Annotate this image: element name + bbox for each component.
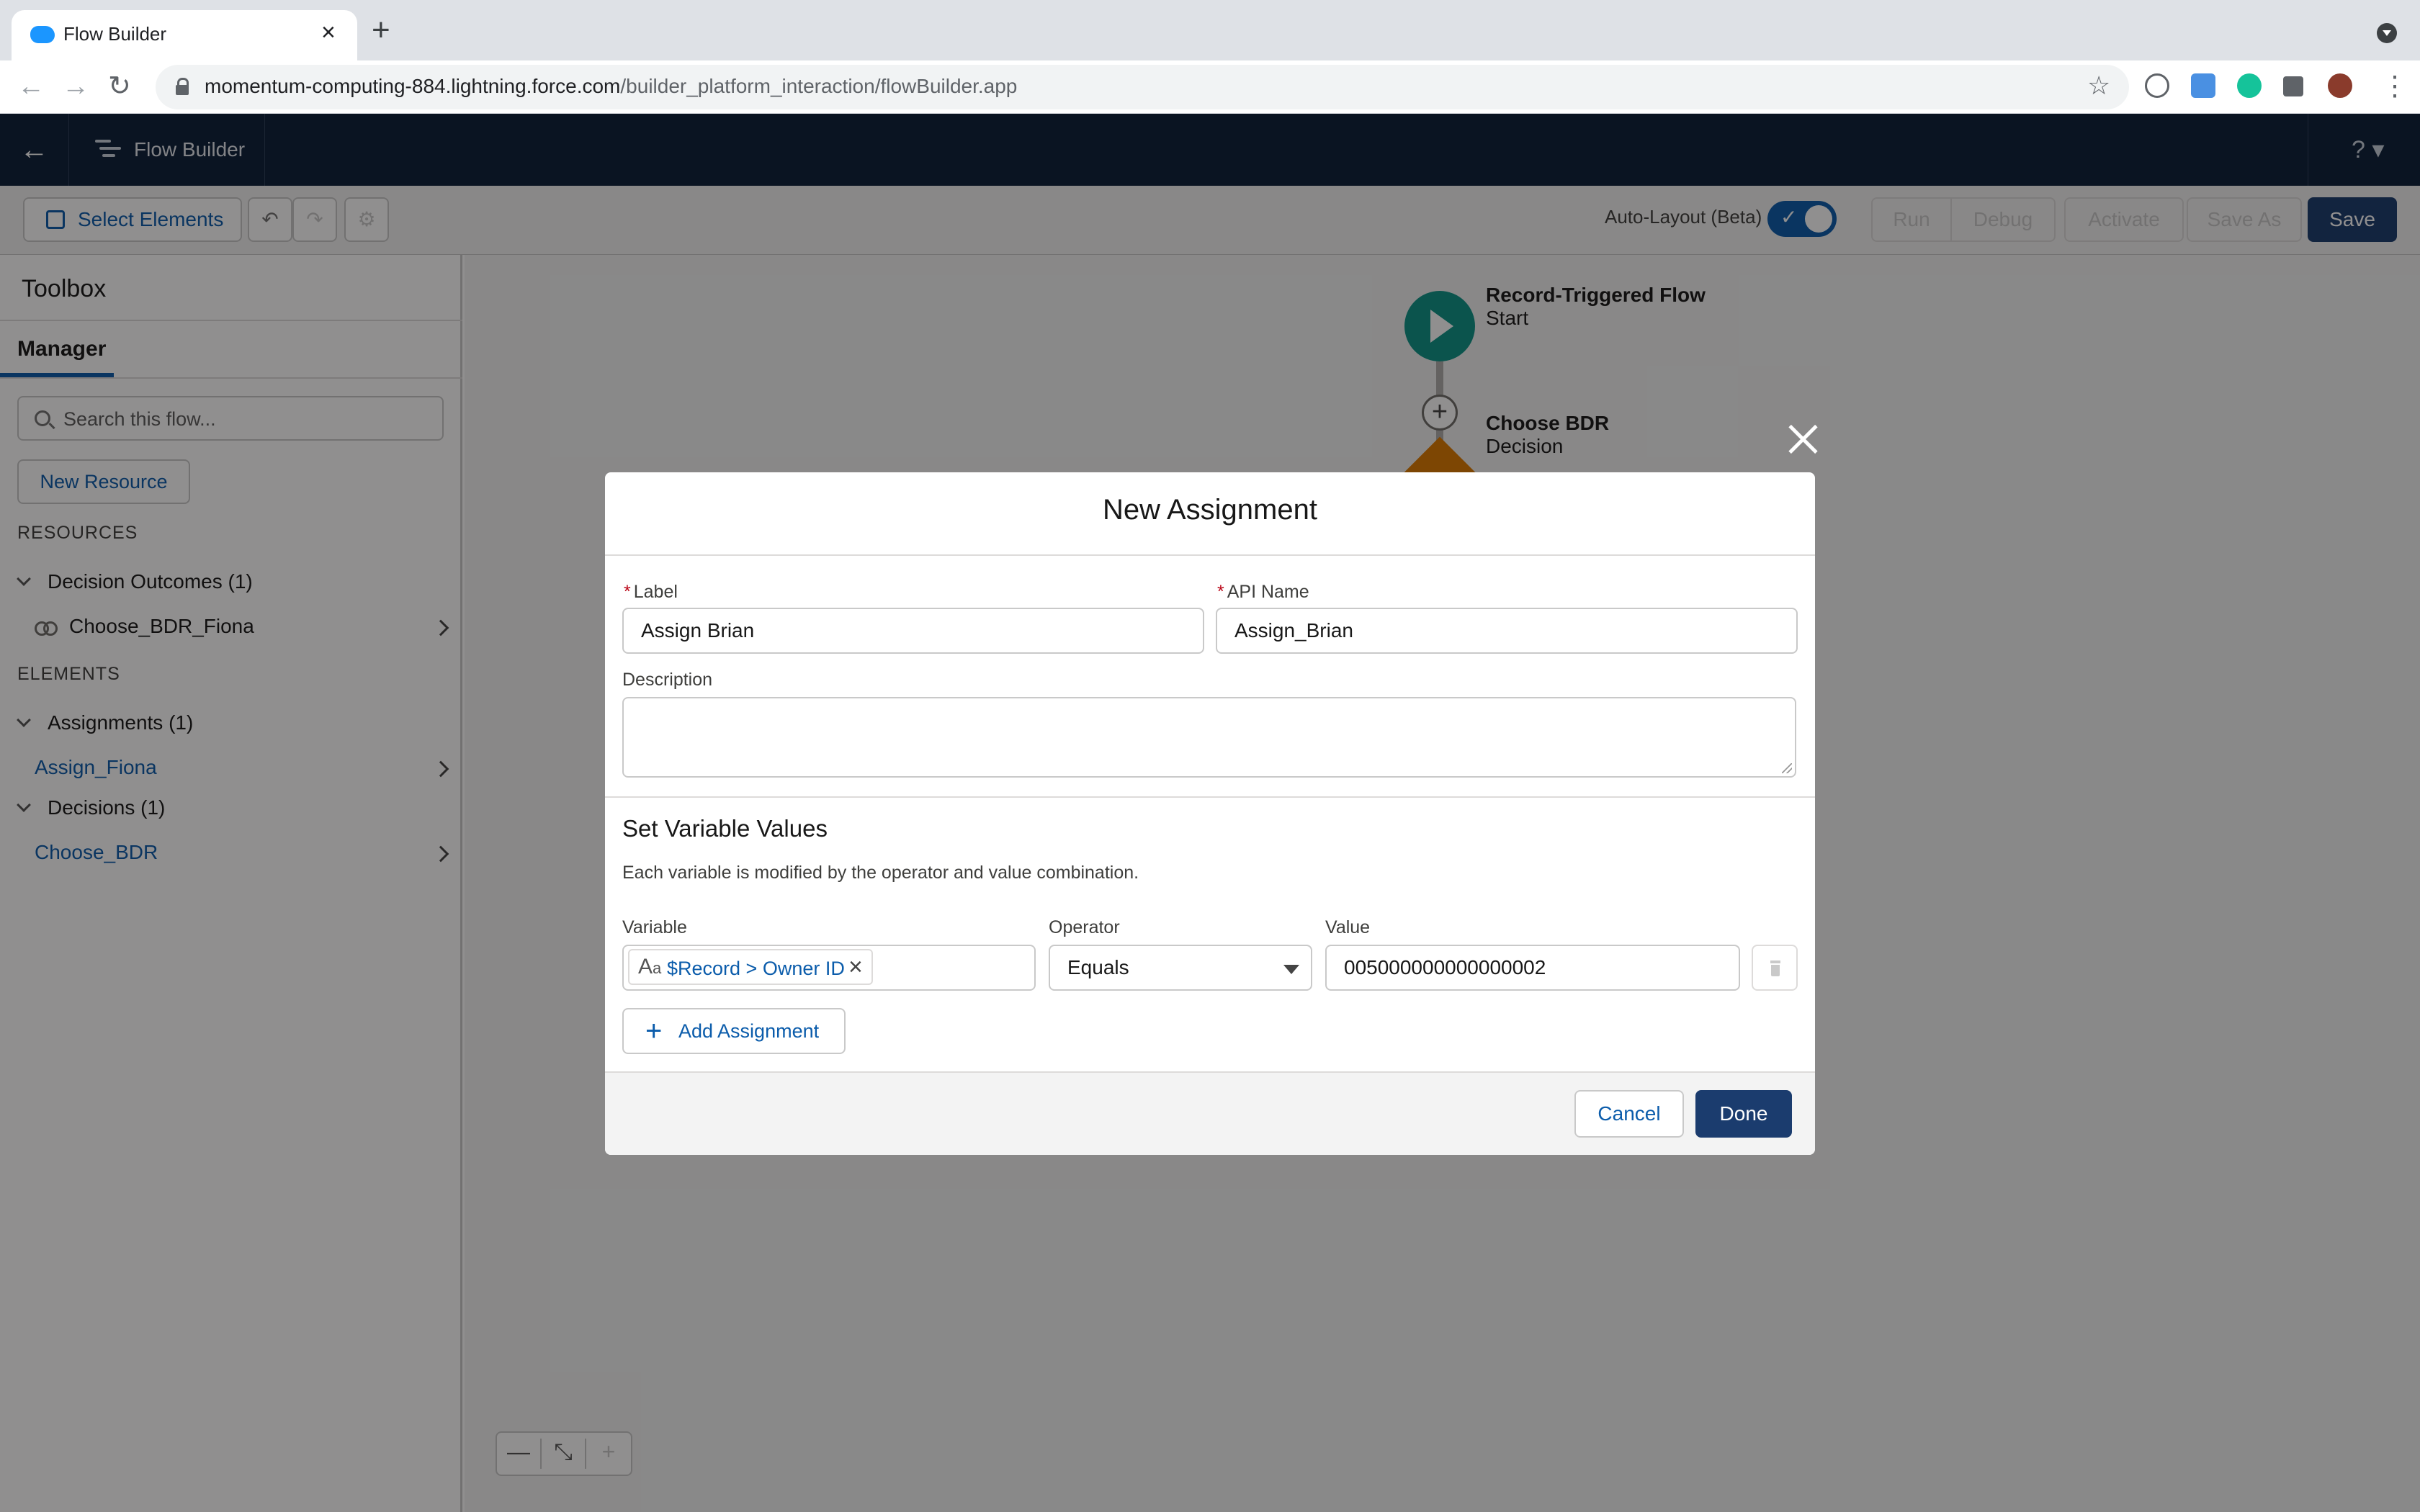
text-type-icon: Aa	[638, 955, 662, 978]
divider	[605, 554, 1815, 556]
description-label: Description	[622, 670, 713, 690]
browser-tab-strip	[0, 0, 2420, 60]
lock-icon[interactable]	[176, 78, 189, 95]
operator-value: Equals	[1067, 956, 1129, 978]
url-text[interactable]: momentum-computing-884.lightning.force.c…	[205, 75, 1017, 98]
remove-pill-icon[interactable]: ×	[848, 953, 863, 981]
label-text: Label	[633, 582, 678, 602]
add-assignment-label: Add Assignment	[678, 1020, 820, 1042]
variable-pill[interactable]: Aa $Record > Owner ID ×	[628, 949, 873, 985]
new-tab-button[interactable]: +	[372, 14, 390, 46]
reload-icon[interactable]: ↻	[108, 69, 131, 104]
value-input[interactable]: 005000000000000002	[1325, 945, 1740, 991]
grammarly-icon[interactable]	[2237, 73, 2262, 98]
label-input[interactable]: Assign Brian	[622, 608, 1204, 654]
tab-search-icon[interactable]	[2377, 23, 2397, 43]
required-marker: *	[624, 582, 631, 602]
salesforce-cloud-icon	[30, 26, 55, 43]
add-assignment-button[interactable]: + Add Assignment	[622, 1008, 846, 1054]
operator-select[interactable]: Equals	[1049, 945, 1312, 991]
bookmark-star-icon[interactable]: ☆	[2087, 71, 2110, 101]
caret-down-icon	[1283, 965, 1299, 974]
close-icon[interactable]	[1785, 420, 1821, 456]
variable-label: Variable	[622, 917, 687, 937]
delete-row-trash-icon[interactable]	[1752, 945, 1798, 991]
api-name-input[interactable]: Assign_Brian	[1216, 608, 1798, 654]
variable-pill-text: $Record > Owner ID	[667, 958, 845, 979]
browser-tab[interactable]: Flow Builder ×	[12, 10, 357, 60]
tab-close-icon[interactable]: ×	[321, 19, 336, 47]
value-label: Value	[1325, 917, 1371, 937]
api-name-text: API Name	[1227, 582, 1309, 602]
api-name-field-label: * API Name	[1217, 582, 1309, 603]
browser-menu-icon[interactable]: ⋮	[2381, 69, 2408, 104]
plus-icon: +	[645, 1015, 663, 1047]
extension-search-icon[interactable]	[2191, 73, 2215, 98]
modal-title: New Assignment	[1103, 494, 1317, 526]
label-field-label: * Label	[624, 582, 678, 603]
forward-arrow-icon[interactable]: →	[62, 69, 89, 104]
divider	[605, 796, 1815, 798]
extensions-puzzle-icon[interactable]	[2283, 76, 2303, 96]
url-host: momentum-computing-884.lightning.force.c…	[205, 75, 621, 97]
done-button[interactable]: Done	[1695, 1090, 1792, 1138]
operator-label: Operator	[1049, 917, 1120, 937]
profile-avatar[interactable]	[2328, 73, 2352, 98]
url-path: /builder_platform_interaction/flowBuilde…	[620, 75, 1018, 97]
back-arrow-icon[interactable]: ←	[17, 69, 45, 104]
section-title: Set Variable Values	[622, 815, 828, 842]
tab-title: Flow Builder	[63, 23, 167, 45]
section-description: Each variable is modified by the operato…	[622, 863, 1139, 883]
required-marker: *	[1217, 582, 1224, 602]
cancel-button[interactable]: Cancel	[1574, 1090, 1684, 1138]
extension-info-icon[interactable]	[2145, 73, 2169, 98]
description-textarea[interactable]	[622, 697, 1796, 778]
